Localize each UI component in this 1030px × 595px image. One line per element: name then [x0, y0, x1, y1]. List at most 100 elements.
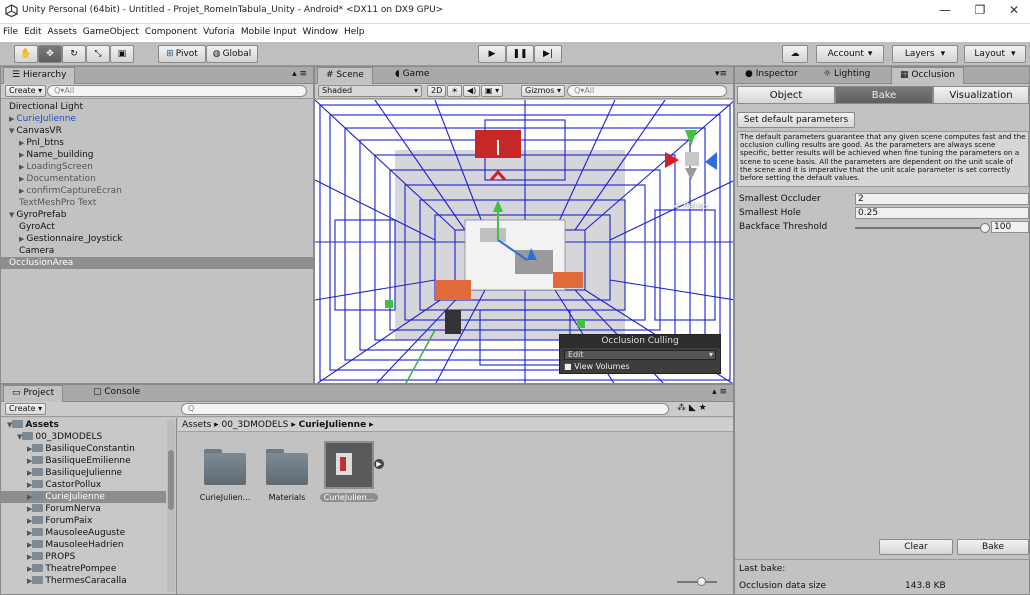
- project-tree-item[interactable]: ▶ ForumNerva: [1, 503, 166, 515]
- project-tree-item[interactable]: ▶ TheatrePompee: [1, 563, 166, 575]
- tab-occlusion[interactable]: ▦ Occlusion: [891, 67, 964, 84]
- expand-arrow-down-icon[interactable]: ▼: [9, 127, 14, 135]
- hierarchy-item[interactable]: ▶ Gestionnaire_Joystick: [1, 233, 313, 245]
- project-tree-item[interactable]: ▶ MausoleeAuguste: [1, 527, 166, 539]
- menu-help[interactable]: Help: [341, 24, 368, 37]
- expand-arrow-right-icon[interactable]: ▶: [19, 175, 24, 183]
- layout-dropdown[interactable]: Layout ▾: [964, 45, 1026, 63]
- slider-thumb[interactable]: [980, 223, 990, 233]
- scene-search-input[interactable]: Q▾All: [567, 85, 727, 97]
- asset-tile[interactable]: Materials: [258, 437, 316, 507]
- menu-component[interactable]: Component: [142, 24, 200, 37]
- smallest-hole-field[interactable]: 0.25: [855, 207, 1029, 219]
- pivot-button[interactable]: ⊞ Pivot: [158, 45, 206, 63]
- bake-mode-button[interactable]: Bake: [835, 86, 933, 104]
- asset-tile[interactable]: ▶ CurieJulien...: [320, 437, 384, 507]
- tab-inspector[interactable]: ● Inspector: [737, 67, 806, 84]
- hierarchy-item[interactable]: Camera: [1, 245, 313, 257]
- minimize-button[interactable]: —: [935, 3, 955, 17]
- menu-assets[interactable]: Assets: [45, 24, 80, 37]
- tab-game[interactable]: ◖ Game: [387, 67, 437, 84]
- project-tree-item[interactable]: ▼ 00_3DMODELS: [1, 431, 166, 443]
- account-dropdown[interactable]: Account ▾: [816, 45, 884, 63]
- overlay-mode-dropdown[interactable]: Edit ▾: [564, 350, 716, 360]
- expand-arrow-right-icon[interactable]: ▶: [9, 115, 14, 123]
- project-tree-item[interactable]: ▶ BasiliqueJulienne: [1, 467, 166, 479]
- hand-tool-button[interactable]: ✋: [14, 45, 38, 63]
- collab-button[interactable]: ☁: [782, 45, 808, 63]
- project-tree-item[interactable]: ▶ PROPS: [1, 551, 166, 563]
- view-volumes-toggle[interactable]: ■ View Volumes: [564, 362, 720, 371]
- hierarchy-item[interactable]: GyroAct: [1, 221, 313, 233]
- tab-hierarchy[interactable]: ☰ Hierarchy: [3, 67, 76, 84]
- backface-threshold-field[interactable]: 100: [991, 221, 1029, 233]
- audio-toggle-icon[interactable]: ◀): [463, 85, 481, 97]
- expand-arrow-right-icon[interactable]: ▶: [19, 163, 24, 171]
- close-button[interactable]: ✕: [1004, 3, 1024, 17]
- tree-scrollbar[interactable]: [167, 420, 175, 592]
- tab-lighting[interactable]: ☼ Lighting: [815, 67, 878, 84]
- project-tree-item[interactable]: ▶ BasiliqueConstantin: [1, 443, 166, 455]
- asset-tile[interactable]: CurieJulien...: [196, 437, 254, 507]
- hierarchy-item[interactable]: ▼ CanvasVR: [1, 125, 313, 137]
- project-tree-item[interactable]: ▶ ForumPaix: [1, 515, 166, 527]
- 2d-toggle[interactable]: 2D: [427, 85, 447, 97]
- persp-label[interactable]: < Persp: [673, 202, 708, 212]
- tab-project[interactable]: ▭ Project: [3, 385, 64, 402]
- menu-mobile-input[interactable]: Mobile Input: [238, 24, 300, 37]
- panel-menu-icon[interactable]: ▴ ≡: [712, 387, 727, 397]
- project-tree-item[interactable]: ▶ BasiliqueEmilienne: [1, 455, 166, 467]
- zoom-slider-thumb[interactable]: [697, 577, 706, 586]
- tree-scrollbar-thumb[interactable]: [168, 450, 174, 510]
- object-mode-button[interactable]: Object: [737, 86, 835, 104]
- rotate-tool-button[interactable]: ↻: [62, 45, 86, 63]
- maximize-button[interactable]: ❐: [970, 3, 990, 17]
- project-tree-item[interactable]: ▼ Assets: [1, 419, 166, 431]
- project-search-input[interactable]: Q: [181, 403, 669, 415]
- breadcrumb-assets[interactable]: Assets: [182, 420, 211, 430]
- hierarchy-item[interactable]: ▶ confirmCaptureEcran: [1, 185, 313, 197]
- scene-viewport[interactable]: < Persp Occlusion Culling Edit ▾ ■ View V…: [315, 100, 733, 383]
- project-tree-item[interactable]: ▶ CurieJulienne: [1, 491, 166, 503]
- project-create-button[interactable]: Create ▾: [5, 403, 47, 415]
- expand-arrow-right-icon[interactable]: ▶: [19, 151, 24, 159]
- hierarchy-item[interactable]: TextMeshPro Text: [1, 197, 313, 209]
- hierarchy-item[interactable]: ▶ Documentation: [1, 173, 313, 185]
- clear-button[interactable]: Clear: [879, 539, 953, 555]
- tab-scene[interactable]: # Scene: [317, 67, 373, 84]
- hierarchy-search-input[interactable]: Q▾All: [47, 85, 307, 97]
- bake-button[interactable]: Bake: [957, 539, 1029, 555]
- expand-arrow-right-icon[interactable]: ▶: [19, 235, 24, 243]
- step-button[interactable]: ▶|: [534, 45, 562, 63]
- tab-console[interactable]: ▢ Console: [85, 385, 148, 402]
- effects-toggle-icon[interactable]: ▣ ▾: [481, 85, 504, 97]
- gizmos-dropdown[interactable]: Gizmos ▾: [521, 85, 566, 97]
- pause-button[interactable]: ❚❚: [506, 45, 534, 63]
- move-tool-button[interactable]: ✥: [38, 45, 62, 63]
- hierarchy-item[interactable]: OcclusionArea: [1, 257, 313, 269]
- visualization-mode-button[interactable]: Visualization: [933, 86, 1029, 104]
- hierarchy-item[interactable]: ▶ Pnl_btns: [1, 137, 313, 149]
- hierarchy-item[interactable]: ▶ CurieJulienne: [1, 113, 313, 125]
- project-tree-item[interactable]: ▶ ThermesCaracalla: [1, 575, 166, 587]
- breadcrumb-3dmodels[interactable]: 00_3DMODELS: [222, 420, 289, 430]
- hierarchy-item[interactable]: Directional Light: [1, 101, 313, 113]
- lighting-toggle-icon[interactable]: ☀: [447, 85, 463, 97]
- filter-icons[interactable]: ⁂ ◣ ★: [677, 403, 707, 413]
- expand-arrow-right-icon[interactable]: ▶: [19, 139, 24, 147]
- expand-arrow-right-icon[interactable]: ▶: [19, 187, 24, 195]
- rect-tool-button[interactable]: ▣: [110, 45, 134, 63]
- hierarchy-item[interactable]: ▼ GyroPrefab: [1, 209, 313, 221]
- expand-arrow-down-icon[interactable]: ▼: [9, 211, 14, 219]
- backface-threshold-slider[interactable]: [855, 223, 990, 233]
- hierarchy-item[interactable]: ▶ LoadingScreen: [1, 161, 313, 173]
- menu-vuforia[interactable]: Vuforia: [200, 24, 238, 37]
- menu-window[interactable]: Window: [300, 24, 342, 37]
- panel-menu-icon[interactable]: ▴ ≡: [292, 69, 307, 79]
- hierarchy-item[interactable]: ▶ Name_building: [1, 149, 313, 161]
- shading-dropdown[interactable]: Shaded ▾: [318, 85, 422, 97]
- hierarchy-create-button[interactable]: Create ▾: [5, 85, 47, 97]
- project-tree-item[interactable]: ▶ CastorPollux: [1, 479, 166, 491]
- breadcrumb-curiejulienne[interactable]: CurieJulienne: [299, 420, 367, 430]
- menu-edit[interactable]: Edit: [21, 24, 44, 37]
